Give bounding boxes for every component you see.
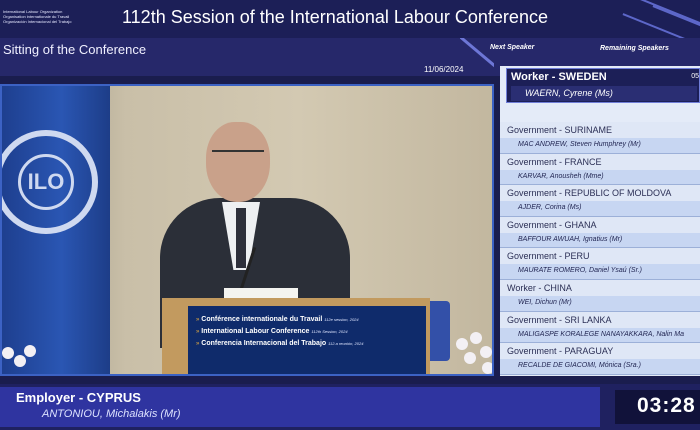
speaker-name: WEI, Dichun (Mr) <box>518 298 572 306</box>
ilo-emblem-text: ILO <box>18 154 74 210</box>
speaker-group: Government - SRI LANKA <box>507 314 612 325</box>
speaker-name-bar: AJDER, Corina (Ms) <box>500 201 700 216</box>
current-speaker-group: Employer - CYPRUS <box>16 390 141 405</box>
speaker-name: MALIGASPE KORALEGE NANAYAKKARA, Nalin Ma <box>518 330 684 338</box>
podium-text-fr: Conférence internationale du Travail <box>201 316 323 323</box>
speaker-group: Government - PERU <box>507 251 590 262</box>
video-feed[interactable]: ILO » Conférence internationale du Trava… <box>0 84 494 376</box>
speaker-list-item[interactable]: Government - FRANCE KARVAR, Anousheh (Mm… <box>500 153 700 186</box>
speaker-list-item[interactable]: Government - SURINAME MAC ANDREW, Steven… <box>500 122 700 154</box>
flower-decoration-left <box>2 341 40 374</box>
sitting-title: Sitting of the Conference <box>3 42 147 57</box>
next-speaker-group: Worker - SWEDEN <box>511 71 607 83</box>
speaker-list-item[interactable]: Government - PARAGUAY RECALDE DE GIACOMI… <box>500 343 700 375</box>
speaker-group: Government - FRANCE <box>507 156 602 167</box>
next-speaker-clock: 05 <box>691 73 699 80</box>
session-title: 112th Session of the International Labou… <box>122 7 548 27</box>
podium-small-en: 112th Session, 2024 <box>311 329 348 334</box>
podium-line-en: » International Labour Conference 112th … <box>196 328 348 335</box>
speaker-name: MAURATE ROMERO, Daniel Ysaú (Sr.) <box>518 267 642 275</box>
speaker-name-bar: BAFFOUR AWUAH, Ignatius (Mr) <box>500 232 700 248</box>
current-speaker-name: ANTONIOU, Michalakis (Mr) <box>42 408 181 420</box>
speaking-timer-box: 03:28 <box>615 390 700 424</box>
speaker-list-item[interactable]: Government - REPUBLIC OF MOLDOVA AJDER, … <box>500 185 700 217</box>
speaker-group: Government - PARAGUAY <box>507 346 614 357</box>
organization-name: International Labour Organization Organi… <box>3 9 72 24</box>
remaining-speakers-list: Government - SURINAME MAC ANDREW, Steven… <box>500 122 700 375</box>
speaker-tie <box>236 208 246 268</box>
speaker-name-bar: MALIGASPE KORALEGE NANAYAKKARA, Nalin Ma <box>500 327 700 343</box>
speaking-timer: 03:28 <box>637 394 696 417</box>
next-speaker-name-bar: WAERN, Cyrene (Ms) <box>511 86 697 101</box>
speaker-name-bar: KARVAR, Anousheh (Mme) <box>500 169 700 185</box>
podium-small-es: 112.a reunión, 2024 <box>328 341 364 346</box>
speaker-glasses <box>212 150 264 160</box>
speaker-list-item[interactable]: Government - GHANA BAFFOUR AWUAH, Ignati… <box>500 216 700 249</box>
speaker-name: KARVAR, Anousheh (Mme) <box>518 172 604 180</box>
speaker-list-item[interactable]: Government - PERU MAURATE ROMERO, Daniel… <box>500 248 700 280</box>
podium-text-es: Conferencia Internacional del Trabajo <box>201 340 327 347</box>
speaker-head <box>206 122 270 202</box>
ilo-flag: ILO <box>2 86 110 374</box>
next-speaker-card[interactable]: Worker - SWEDEN 05 WAERN, Cyrene (Ms) <box>506 68 700 103</box>
session-date: 11/06/2024 <box>424 65 464 74</box>
next-speaker-label: Next Speaker <box>490 44 535 51</box>
podium-panel: » Conférence internationale du Travail 1… <box>188 306 426 374</box>
header-bar: International Labour Organization Organi… <box>0 0 700 38</box>
speaker-list-item[interactable]: Worker - CHINA WEI, Dichun (Mr) <box>500 279 700 312</box>
podium-line-fr: » Conférence internationale du Travail 1… <box>196 316 359 323</box>
podium-text-en: International Labour Conference <box>201 328 310 335</box>
speaker-name: RECALDE DE GIACOMI, Mónica (Sra.) <box>518 362 641 370</box>
speaker-name-bar: MAC ANDREW, Steven Humphrey (Mr) <box>500 138 700 153</box>
ilo-emblem-icon: ILO <box>2 130 98 234</box>
org-line-es: Organización Internacional del Trabajo <box>3 19 72 24</box>
current-speaker-bar: Employer - CYPRUS ANTONIOU, Michalakis (… <box>0 384 700 430</box>
next-speaker-name: WAERN, Cyrene (Ms) <box>525 88 613 98</box>
speaker-name: BAFFOUR AWUAH, Ignatius (Mr) <box>518 235 623 243</box>
speaker-group: Government - SURINAME <box>507 125 613 135</box>
speaker-list-item[interactable]: Government - SRI LANKA MALIGASPE KORALEG… <box>500 311 700 344</box>
header-decoration <box>610 0 700 38</box>
speaker-name: AJDER, Corina (Ms) <box>518 204 582 212</box>
podium-line-es: » Conferencia Internacional del Trabajo … <box>196 340 364 347</box>
subheader-decoration <box>460 38 494 76</box>
speaker-group: Worker - CHINA <box>507 282 572 293</box>
flower-decoration <box>452 330 492 374</box>
podium-small-fr: 112e session, 2024 <box>324 317 359 322</box>
speaker-name-bar: MAURATE ROMERO, Daniel Ysaú (Sr.) <box>500 264 700 279</box>
speaker-name: MAC ANDREW, Steven Humphrey (Mr) <box>518 141 641 148</box>
remaining-speakers-label: Remaining Speakers <box>600 45 669 52</box>
speaker-group: Government - REPUBLIC OF MOLDOVA <box>507 188 672 199</box>
speaker-name-bar: RECALDE DE GIACOMI, Mónica (Sra.) <box>500 359 700 374</box>
speaker-name-bar: WEI, Dichun (Mr) <box>500 295 700 311</box>
speaker-group: Government - GHANA <box>507 219 597 230</box>
